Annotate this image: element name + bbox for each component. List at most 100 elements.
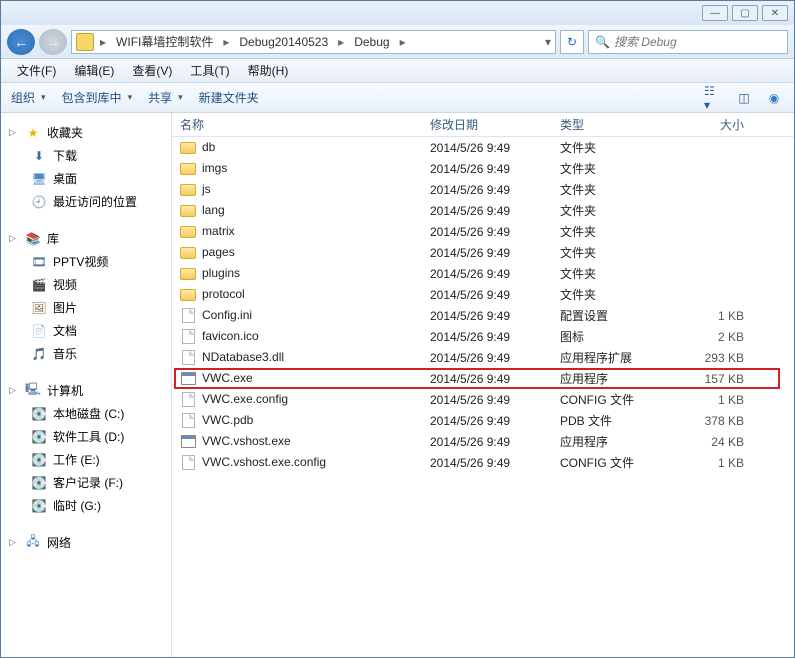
application-icon bbox=[180, 434, 196, 450]
file-type: 应用程序扩展 bbox=[552, 349, 672, 366]
sidebar-item-label: 下载 bbox=[53, 147, 77, 164]
refresh-button[interactable]: ↻ bbox=[560, 30, 584, 54]
sidebar-head-computer[interactable]: ▷ 🖳 计算机 bbox=[5, 379, 167, 402]
file-name: VWC.exe bbox=[202, 371, 253, 385]
sidebar-item-recent[interactable]: 🕘 最近访问的位置 bbox=[5, 190, 167, 213]
file-row[interactable]: Config.ini2014/5/26 9:49配置设置1 KB bbox=[172, 305, 794, 326]
file-date: 2014/5/26 9:49 bbox=[422, 246, 552, 260]
maximize-button[interactable]: ▢ bbox=[732, 5, 758, 21]
sidebar-head-favorites[interactable]: ▷ ★ 收藏夹 bbox=[5, 121, 167, 144]
folder-icon bbox=[180, 266, 196, 282]
film-icon: 🎬 bbox=[31, 277, 47, 293]
network-icon: 🖧 bbox=[25, 535, 41, 551]
preview-pane-icon[interactable]: ◫ bbox=[734, 89, 754, 107]
folder-icon bbox=[180, 161, 196, 177]
organize-button[interactable]: 组织 bbox=[11, 89, 46, 106]
column-header-date[interactable]: 修改日期 bbox=[422, 116, 552, 133]
file-row[interactable]: VWC.exe2014/5/26 9:49应用程序157 KB bbox=[172, 368, 794, 389]
file-type: 应用程序 bbox=[552, 433, 672, 450]
file-row[interactable]: VWC.pdb2014/5/26 9:49PDB 文件378 KB bbox=[172, 410, 794, 431]
sidebar-item-label: 本地磁盘 (C:) bbox=[53, 405, 124, 422]
column-header-size[interactable]: 大小 bbox=[672, 116, 752, 133]
music-icon: 🎵 bbox=[31, 346, 47, 362]
menu-tools[interactable]: 工具(T) bbox=[182, 59, 237, 82]
file-date: 2014/5/26 9:49 bbox=[422, 330, 552, 344]
file-rows: db2014/5/26 9:49文件夹imgs2014/5/26 9:49文件夹… bbox=[172, 137, 794, 473]
drive-icon: 💽 bbox=[31, 429, 47, 445]
file-row[interactable]: matrix2014/5/26 9:49文件夹 bbox=[172, 221, 794, 242]
search-box[interactable]: 🔍 bbox=[588, 30, 788, 54]
sidebar-item-videos[interactable]: 🎬 视频 bbox=[5, 273, 167, 296]
sidebar-item-drive-f[interactable]: 💽 客户记录 (F:) bbox=[5, 471, 167, 494]
sidebar-item-label: 桌面 bbox=[53, 170, 77, 187]
file-row[interactable]: VWC.vshost.exe2014/5/26 9:49应用程序24 KB bbox=[172, 431, 794, 452]
chevron-right-icon: ▸ bbox=[334, 35, 348, 49]
file-row[interactable]: VWC.exe.config2014/5/26 9:49CONFIG 文件1 K… bbox=[172, 389, 794, 410]
sidebar-head-libraries[interactable]: ▷ 📚 库 bbox=[5, 227, 167, 250]
sidebar-item-drive-e[interactable]: 💽 工作 (E:) bbox=[5, 448, 167, 471]
file-row[interactable]: plugins2014/5/26 9:49文件夹 bbox=[172, 263, 794, 284]
navbar: ← → ▸ WIFI幕墙控制软件 ▸ Debug20140523 ▸ Debug… bbox=[1, 25, 794, 59]
file-name: matrix bbox=[202, 224, 235, 238]
file-date: 2014/5/26 9:49 bbox=[422, 309, 552, 323]
sidebar-label: 库 bbox=[47, 230, 59, 247]
expand-icon: ▷ bbox=[9, 233, 19, 244]
sidebar-item-desktop[interactable]: 🖥 桌面 bbox=[5, 167, 167, 190]
sidebar-item-documents[interactable]: 📄 文档 bbox=[5, 319, 167, 342]
sidebar-item-pictures[interactable]: 🖼 图片 bbox=[5, 296, 167, 319]
sidebar-libraries: ▷ 📚 库 🎞 PPTV视频 🎬 视频 🖼 图片 📄 文档 🎵 bbox=[5, 227, 167, 365]
back-button[interactable]: ← bbox=[7, 29, 35, 55]
sidebar-computer: ▷ 🖳 计算机 💽 本地磁盘 (C:) 💽 软件工具 (D:) 💽 工作 (E:… bbox=[5, 379, 167, 517]
minimize-button[interactable]: — bbox=[702, 5, 728, 21]
file-date: 2014/5/26 9:49 bbox=[422, 183, 552, 197]
chevron-down-icon[interactable]: ▾ bbox=[545, 35, 551, 49]
menu-help[interactable]: 帮助(H) bbox=[240, 59, 297, 82]
sidebar-item-downloads[interactable]: ⬇ 下载 bbox=[5, 144, 167, 167]
file-row[interactable]: NDatabase3.dll2014/5/26 9:49应用程序扩展293 KB bbox=[172, 347, 794, 368]
column-header-name[interactable]: 名称 bbox=[172, 116, 422, 133]
sidebar-item-drive-c[interactable]: 💽 本地磁盘 (C:) bbox=[5, 402, 167, 425]
file-row[interactable]: pages2014/5/26 9:49文件夹 bbox=[172, 242, 794, 263]
menu-file[interactable]: 文件(F) bbox=[9, 59, 64, 82]
search-input[interactable] bbox=[614, 35, 781, 49]
file-type: 文件夹 bbox=[552, 244, 672, 261]
forward-button[interactable]: → bbox=[39, 29, 67, 55]
document-icon: 📄 bbox=[31, 323, 47, 339]
file-row[interactable]: VWC.vshost.exe.config2014/5/26 9:49CONFI… bbox=[172, 452, 794, 473]
help-icon[interactable]: ◉ bbox=[764, 89, 784, 107]
file-icon bbox=[180, 308, 196, 324]
new-folder-button[interactable]: 新建文件夹 bbox=[199, 89, 259, 106]
file-row[interactable]: imgs2014/5/26 9:49文件夹 bbox=[172, 158, 794, 179]
sidebar-item-drive-d[interactable]: 💽 软件工具 (D:) bbox=[5, 425, 167, 448]
file-row[interactable]: js2014/5/26 9:49文件夹 bbox=[172, 179, 794, 200]
column-header-type[interactable]: 类型 bbox=[552, 116, 672, 133]
sidebar-head-network[interactable]: ▷ 🖧 网络 bbox=[5, 531, 167, 554]
file-row[interactable]: favicon.ico2014/5/26 9:49图标2 KB bbox=[172, 326, 794, 347]
file-date: 2014/5/26 9:49 bbox=[422, 435, 552, 449]
share-button[interactable]: 共享 bbox=[148, 89, 183, 106]
breadcrumb-item[interactable]: Debug20140523 bbox=[235, 35, 332, 49]
file-row[interactable]: lang2014/5/26 9:49文件夹 bbox=[172, 200, 794, 221]
file-icon bbox=[180, 392, 196, 408]
close-button[interactable]: ✕ bbox=[762, 5, 788, 21]
breadcrumb-item[interactable]: WIFI幕墙控制软件 bbox=[112, 33, 217, 50]
sidebar-item-drive-g[interactable]: 💽 临时 (G:) bbox=[5, 494, 167, 517]
file-name: VWC.vshost.exe bbox=[202, 434, 291, 448]
menu-edit[interactable]: 编辑(E) bbox=[66, 59, 122, 82]
sidebar-item-pptv[interactable]: 🎞 PPTV视频 bbox=[5, 250, 167, 273]
sidebar-item-music[interactable]: 🎵 音乐 bbox=[5, 342, 167, 365]
folder-icon bbox=[76, 33, 94, 51]
sidebar-item-label: 客户记录 (F:) bbox=[53, 474, 123, 491]
breadcrumb-item[interactable]: Debug bbox=[350, 35, 393, 49]
menu-view[interactable]: 查看(V) bbox=[124, 59, 180, 82]
file-size: 1 KB bbox=[672, 309, 752, 323]
file-row[interactable]: protocol2014/5/26 9:49文件夹 bbox=[172, 284, 794, 305]
sidebar-item-label: 图片 bbox=[53, 299, 77, 316]
file-row[interactable]: db2014/5/26 9:49文件夹 bbox=[172, 137, 794, 158]
view-options-icon[interactable]: ☷ ▾ bbox=[704, 89, 724, 107]
download-icon: ⬇ bbox=[31, 148, 47, 164]
breadcrumb[interactable]: ▸ WIFI幕墙控制软件 ▸ Debug20140523 ▸ Debug ▸ ▾ bbox=[71, 30, 556, 54]
include-library-button[interactable]: 包含到库中 bbox=[62, 89, 133, 106]
file-date: 2014/5/26 9:49 bbox=[422, 267, 552, 281]
sidebar-item-label: 视频 bbox=[53, 276, 77, 293]
